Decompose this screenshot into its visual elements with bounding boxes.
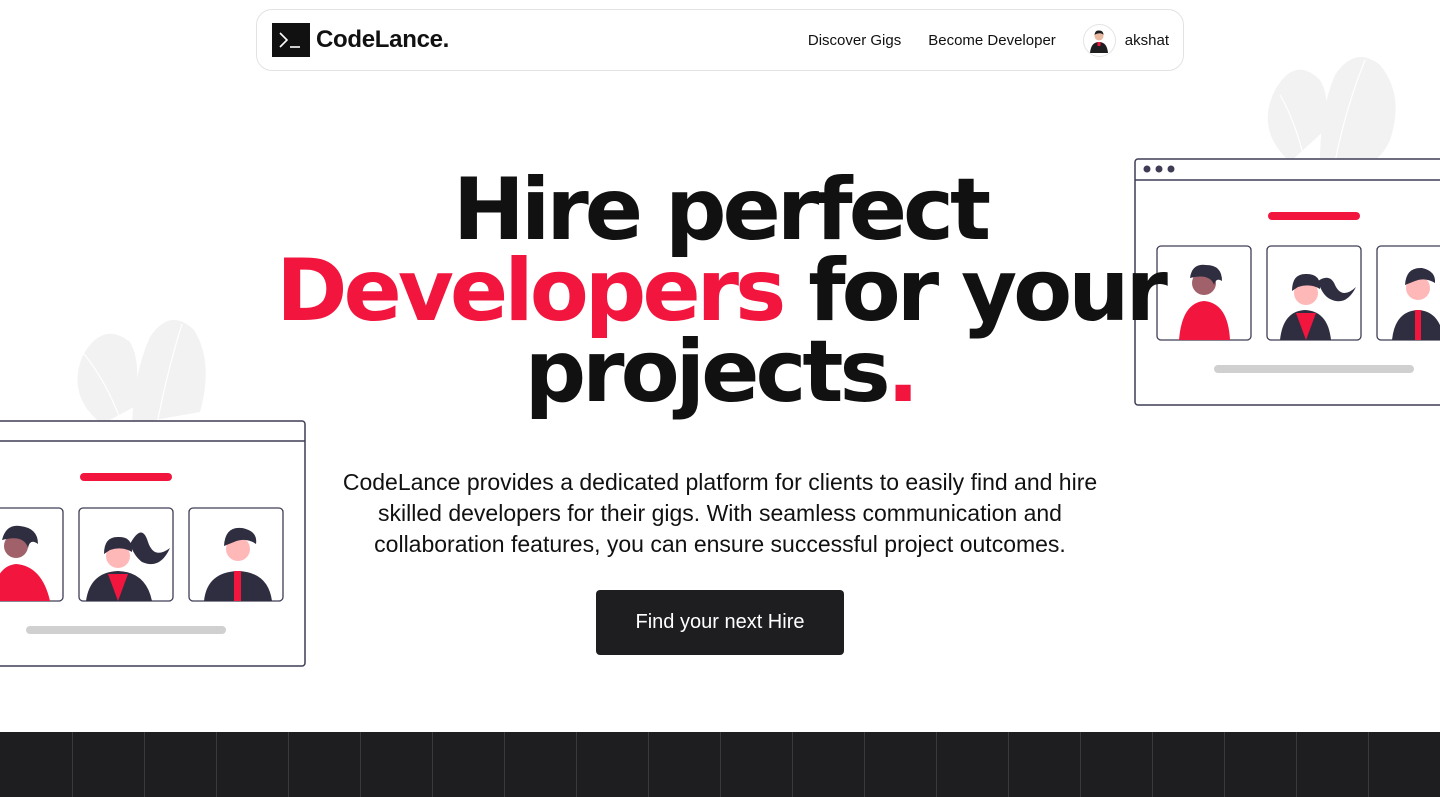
leaf-decoration-top-right bbox=[1267, 57, 1396, 162]
navbar: CodeLance. Discover Gigs Become Develope… bbox=[256, 9, 1184, 71]
hero-title-line-3: projects. bbox=[0, 329, 1440, 415]
username: akshat bbox=[1124, 31, 1169, 49]
grid-line bbox=[360, 732, 361, 797]
grid-line bbox=[504, 732, 505, 797]
grid-line bbox=[576, 732, 577, 797]
dark-footer-band bbox=[0, 732, 1440, 797]
grid-line bbox=[432, 732, 433, 797]
grid-line bbox=[1224, 732, 1225, 797]
nav-link-discover-gigs[interactable]: Discover Gigs bbox=[808, 32, 901, 49]
hero-title-line-1: Hire perfect bbox=[452, 160, 991, 260]
grid-line bbox=[1296, 732, 1297, 797]
grid-line bbox=[1368, 732, 1369, 797]
nav-links: Discover Gigs Become Developer akshat bbox=[808, 23, 1169, 57]
grid-line bbox=[720, 732, 721, 797]
find-next-hire-button[interactable]: Find your next Hire bbox=[596, 590, 844, 655]
grid-line bbox=[648, 732, 649, 797]
grid-line bbox=[864, 732, 865, 797]
logo[interactable]: CodeLance. bbox=[272, 23, 449, 57]
grid-line bbox=[216, 732, 217, 797]
hero-title: Hire perfect Developers for your project… bbox=[0, 160, 1440, 415]
grid-line bbox=[1008, 732, 1009, 797]
grid-line bbox=[288, 732, 289, 797]
nav-link-become-developer[interactable]: Become Developer bbox=[928, 32, 1056, 49]
grid-line bbox=[72, 732, 73, 797]
hero-subtitle: CodeLance provides a dedicated platform … bbox=[342, 469, 1098, 557]
developer-profiles-window-left bbox=[0, 420, 306, 667]
grid-line bbox=[936, 732, 937, 797]
grid-line bbox=[792, 732, 793, 797]
grid-line bbox=[1152, 732, 1153, 797]
logo-text: CodeLance. bbox=[316, 26, 450, 53]
user-menu[interactable]: akshat bbox=[1082, 23, 1169, 57]
grid-line bbox=[144, 732, 145, 797]
grid-line bbox=[1080, 732, 1081, 797]
terminal-prompt-icon bbox=[272, 23, 310, 57]
hero-title-line-3-text: projects bbox=[524, 322, 891, 422]
hero-title-dot: . bbox=[886, 322, 920, 422]
avatar bbox=[1082, 23, 1116, 57]
hero-title-line-2: Developers for your bbox=[0, 248, 1440, 334]
